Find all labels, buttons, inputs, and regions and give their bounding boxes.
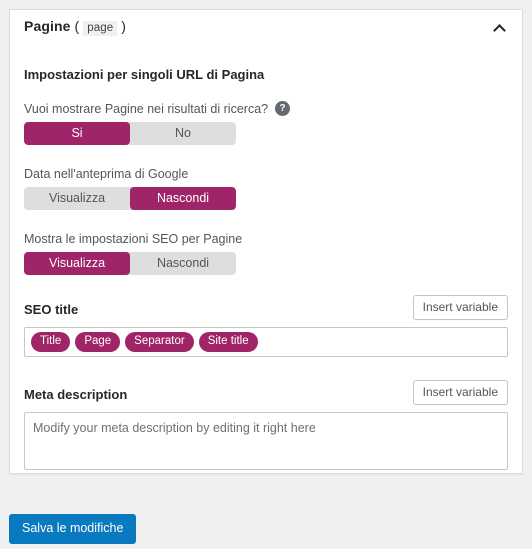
seo-title-header-row: SEO title Insert variable — [24, 294, 508, 320]
toggle-option-hide[interactable]: Nascondi — [130, 252, 236, 275]
meta-description-input[interactable]: Modify your meta description by editing … — [24, 412, 508, 471]
seo-title-field-block: SEO title Insert variable Title Page Sep… — [24, 294, 508, 358]
meta-description-header-row: Meta description Insert variable — [24, 379, 508, 406]
toggle-option-show[interactable]: Visualizza — [24, 252, 130, 275]
panel-body: Impostazioni per singoli URL di Pagina V… — [10, 44, 522, 471]
variable-chip-separator[interactable]: Separator — [125, 332, 194, 353]
seo-settings-panel: Pagine ( page ) Impostazioni per singoli… — [9, 9, 523, 474]
setting-group-show-seo-settings: Mostra le impostazioni SEO per Pagine Vi… — [24, 232, 508, 275]
insert-variable-button-meta-description[interactable]: Insert variable — [412, 379, 508, 406]
panel-title-paren-open: ( — [74, 18, 80, 34]
variable-chip-page[interactable]: Page — [75, 332, 121, 353]
page-title: Pagine ( page ) — [24, 18, 126, 36]
panel-title-text: Pagine — [24, 18, 71, 34]
toggle-show-in-search-results[interactable]: Si No — [24, 122, 236, 145]
setting-label-text: Vuoi mostrare Pagine nei risultati di ri… — [24, 101, 269, 116]
meta-description-field-block: Meta description Insert variable Modify … — [24, 379, 508, 471]
meta-description-label: Meta description — [24, 387, 128, 403]
panel-header: Pagine ( page ) — [10, 10, 522, 44]
toggle-option-show[interactable]: Visualizza — [24, 187, 130, 210]
collapse-panel-button[interactable] — [486, 18, 512, 40]
seo-title-label: SEO title — [24, 302, 79, 317]
setting-label-text: Data nell'anteprima di Google — [24, 167, 189, 181]
save-changes-button[interactable]: Salva le modifiche — [9, 514, 137, 544]
setting-label-text: Mostra le impostazioni SEO per Pagine — [24, 232, 243, 246]
setting-label: Data nell'anteprima di Google — [24, 167, 508, 181]
seo-title-input[interactable]: Title Page Separator Site title — [24, 327, 508, 358]
setting-group-google-preview-date: Data nell'anteprima di Google Visualizza… — [24, 167, 508, 210]
variable-chip-site-title[interactable]: Site title — [198, 332, 258, 353]
setting-group-search-results: Vuoi mostrare Pagine nei risultati di ri… — [24, 101, 508, 145]
chevron-up-icon — [492, 24, 506, 37]
toggle-option-hide[interactable]: Nascondi — [130, 187, 236, 210]
help-circle-icon[interactable]: ? — [275, 101, 291, 116]
variable-chip-title[interactable]: Title — [31, 332, 71, 353]
post-type-slug-badge: page — [83, 21, 118, 36]
setting-label: Vuoi mostrare Pagine nei risultati di ri… — [24, 101, 508, 116]
section-heading: Impostazioni per singoli URL di Pagina — [24, 67, 265, 82]
toggle-show-seo-settings[interactable]: Visualizza Nascondi — [24, 252, 236, 275]
toggle-option-yes[interactable]: Si — [24, 122, 130, 145]
setting-label: Mostra le impostazioni SEO per Pagine — [24, 232, 508, 246]
insert-variable-button-seo-title[interactable]: Insert variable — [412, 294, 508, 320]
field-spacer — [24, 357, 508, 375]
toggle-google-preview-date[interactable]: Visualizza Nascondi — [24, 187, 236, 210]
toggle-option-no[interactable]: No — [130, 122, 236, 145]
panel-title-paren-close: ) — [121, 18, 127, 34]
